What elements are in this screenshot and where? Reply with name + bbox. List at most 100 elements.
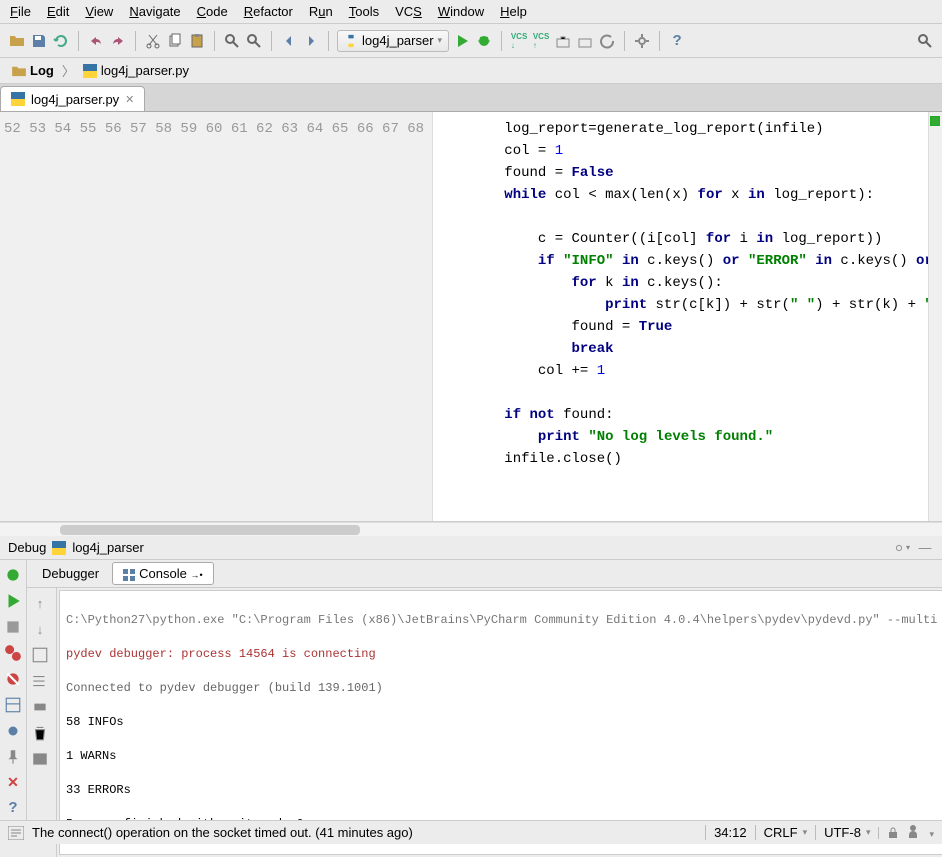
line-gutter: 52 53 54 55 56 57 58 59 60 61 62 63 64 6… [0,112,433,521]
run-config-name: log4j_parser [362,33,434,48]
console-line: 1 WARNs [66,749,116,763]
console-line: Connected to pydev debugger (build 139.1… [66,681,383,695]
vcs-commit-icon[interactable]: VCS↑ [532,32,550,50]
console-line: 33 ERRORs [66,783,131,797]
menu-navigate[interactable]: Navigate [129,4,180,19]
menu-view[interactable]: View [85,4,113,19]
scroll-end-icon[interactable] [31,672,49,690]
console-tab[interactable]: Console →• [112,562,213,585]
up-icon[interactable]: ↑ [31,594,49,612]
editor-scrollbar[interactable] [0,522,942,536]
vcs-update-icon[interactable]: VCS↓ [510,32,528,50]
resume-icon[interactable] [4,592,22,610]
breadcrumb-sep-icon: 〉 [62,61,75,80]
open-icon[interactable] [8,32,26,50]
rerun-icon[interactable] [4,566,22,584]
back-icon[interactable] [280,32,298,50]
status-message: The connect() operation on the socket ti… [32,825,413,840]
event-log-icon[interactable] [8,826,24,840]
settings-icon[interactable] [633,32,651,50]
editor-tab-label: log4j_parser.py [31,92,119,107]
menu-help[interactable]: Help [500,4,527,19]
stop-icon[interactable] [4,618,22,636]
menu-tools[interactable]: Tools [349,4,379,19]
redo-icon[interactable] [109,32,127,50]
find-icon[interactable] [223,32,241,50]
marker-strip [928,112,942,521]
minimize-icon[interactable]: — [916,539,934,557]
folder-icon [12,65,26,77]
console-line: C:\Python27\python.exe "C:\Program Files… [66,613,937,627]
help-icon[interactable]: ? [668,32,686,50]
menu-bar: File Edit View Navigate Code Refactor Ru… [0,0,942,24]
python-file-icon [83,64,97,78]
gear-icon[interactable]: ▾ [892,539,910,557]
search-everywhere-icon[interactable] [916,32,934,50]
forward-icon[interactable] [302,32,320,50]
console-left-toolbar: ↑ ↓ [27,588,57,857]
copy-icon[interactable] [166,32,184,50]
editor-tabs: log4j_parser.py ✕ [0,84,942,112]
vcs-history-icon[interactable] [554,32,572,50]
menu-window[interactable]: Window [438,4,484,19]
encoding[interactable]: UTF-8 [815,825,870,840]
menu-refactor[interactable]: Refactor [244,4,293,19]
cut-icon[interactable] [144,32,162,50]
debug-config-name: log4j_parser [72,540,144,555]
trash-dropdown-icon[interactable] [927,825,934,840]
breadcrumb-file[interactable]: log4j_parser.py [77,61,195,80]
python-icon [52,541,66,555]
breadcrumb-root-label: Log [30,63,54,78]
debug-main: Debugger Console →• ↑ ↓ [27,560,942,820]
hector-icon[interactable] [907,824,919,841]
save-icon[interactable] [30,32,48,50]
vcs-revert-icon[interactable] [576,32,594,50]
menu-vcs[interactable]: VCS [395,4,422,19]
breadcrumb-bar: Log 〉 log4j_parser.py [0,58,942,84]
soft-wrap-icon[interactable] [31,646,49,664]
menu-code[interactable]: Code [197,4,228,19]
debugger-tab[interactable]: Debugger [31,562,110,585]
breadcrumb-root[interactable]: Log [6,61,60,80]
code-area[interactable]: log_report=generate_log_report(infile) c… [433,112,928,521]
debug-panel: ✕ ? Debugger Console →• ↑ ↓ [0,560,942,820]
inspection-ok-icon [930,116,940,126]
cursor-position: 34:12 [705,825,747,840]
run-configuration[interactable]: log4j_parser ▾ [337,30,449,52]
toolbar: log4j_parser ▾ VCS↓ VCS↑ ? [0,24,942,58]
console-output[interactable]: C:\Python27\python.exe "C:\Program Files… [59,590,942,855]
run-icon[interactable] [453,32,471,50]
layout-icon[interactable] [4,696,22,714]
pin-icon[interactable] [4,748,22,766]
debug-icon[interactable] [475,32,493,50]
menu-run[interactable]: Run [309,4,333,19]
breadcrumb-file-label: log4j_parser.py [101,63,189,78]
vcs-undo-icon[interactable] [598,32,616,50]
menu-edit[interactable]: Edit [47,4,69,19]
editor: 52 53 54 55 56 57 58 59 60 61 62 63 64 6… [0,112,942,522]
down-icon[interactable]: ↓ [31,620,49,638]
line-separator[interactable]: CRLF [755,825,807,840]
menu-file[interactable]: File [10,4,31,19]
print-icon[interactable] [31,698,49,716]
paste-icon[interactable] [188,32,206,50]
close-debug-icon[interactable]: ✕ [4,774,22,791]
lock-icon[interactable] [878,827,899,839]
settings2-icon[interactable] [4,722,22,740]
view-breakpoints-icon[interactable] [4,644,22,662]
mute-breakpoints-icon[interactable] [4,670,22,688]
console-line: 58 INFOs [66,715,124,729]
filter-icon[interactable] [31,750,49,768]
undo-icon[interactable] [87,32,105,50]
clear-icon[interactable] [31,724,49,742]
debug-title: Debug [8,540,46,555]
refresh-icon[interactable] [52,32,70,50]
python-file-icon [11,92,25,106]
console-line: pydev debugger: process 14564 is connect… [66,647,376,661]
python-icon [344,34,358,48]
debug-panel-header: Debug log4j_parser ▾ — [0,536,942,560]
replace-icon[interactable] [245,32,263,50]
close-tab-icon[interactable]: ✕ [125,93,134,106]
help2-icon[interactable]: ? [4,799,22,816]
editor-tab[interactable]: log4j_parser.py ✕ [0,86,145,111]
